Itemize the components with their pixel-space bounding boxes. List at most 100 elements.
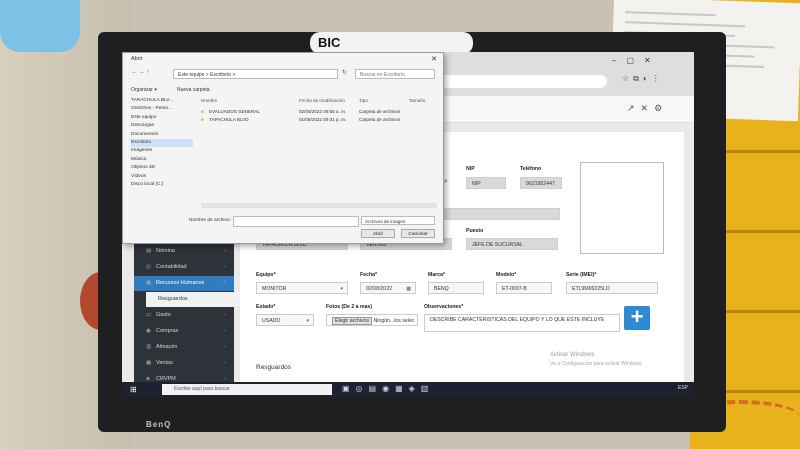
- add-button[interactable]: +: [624, 306, 650, 330]
- dialog-nav-item[interactable]: Disco local (C:): [131, 181, 193, 189]
- system-tray: ESP: [677, 385, 688, 391]
- file-row[interactable]: ■ EVALUADOS GENERAL 02/08/2022 09:55 a. …: [201, 109, 437, 117]
- dialog-nav-item[interactable]: Este equipo: [131, 114, 193, 122]
- photo-placeholder: [580, 162, 664, 254]
- refresh-icon[interactable]: ↻: [342, 69, 347, 76]
- file-input[interactable]: Elegir archivos Ningún...los selec: [326, 314, 418, 326]
- serie-input[interactable]: ETL9M09225LD: [566, 282, 658, 294]
- water-bottle: [0, 0, 80, 52]
- search-icon[interactable]: ⌕: [444, 178, 448, 186]
- puesto-label: Puesto: [466, 228, 484, 234]
- monitor-sticker: BIC: [310, 32, 473, 54]
- choose-files-button[interactable]: Elegir archivos: [332, 317, 373, 325]
- dialog-nav-item[interactable]: Documentos: [131, 131, 193, 139]
- filename-label: Nombre de archivo:: [189, 218, 231, 223]
- obs-label: Observaciones*: [424, 304, 464, 310]
- sidebar-item-compras[interactable]: ◉ Compras ‹: [134, 324, 234, 339]
- dialog-nav-item[interactable]: Vídeos: [131, 173, 193, 181]
- sidebar-item-recursos-humanos[interactable]: ▣ Recursos Humanos ▾: [134, 276, 234, 291]
- chevron-icon: ‹: [224, 328, 226, 334]
- chevron-down-icon: ▾: [223, 280, 226, 286]
- fecha-label: Fecha*: [360, 272, 378, 278]
- equipo-label: Equipo*: [256, 272, 276, 278]
- calendar-icon[interactable]: ▦: [406, 283, 411, 295]
- chevron-icon: ‹: [224, 312, 226, 318]
- sidebar-item-resguardos[interactable]: Resguardos: [146, 292, 246, 307]
- open-button[interactable]: Abrir: [361, 229, 395, 238]
- dialog-nav-item[interactable]: Objetos 3D: [131, 164, 193, 172]
- horizontal-scrollbar[interactable]: [201, 203, 437, 208]
- sidebar-item-gasto[interactable]: ▭ Gasto ‹: [134, 308, 234, 323]
- windows-start-icon[interactable]: ⊞: [130, 385, 137, 394]
- dialog-search-input[interactable]: Buscar en Escritorio: [355, 69, 435, 79]
- chevron-icon: ‹: [224, 344, 226, 350]
- col-name[interactable]: Nombre: [201, 98, 217, 103]
- chevron-icon: ‹: [224, 264, 226, 270]
- taskbar-search[interactable]: Escribe aquí para buscar: [162, 384, 332, 395]
- marca-label: Marca*: [428, 272, 446, 278]
- dialog-nav-item[interactable]: TARACHULA BLV...: [131, 97, 193, 105]
- fecha-input[interactable]: 02/08/2022 ▦: [360, 282, 416, 294]
- sidebar-item-nomina[interactable]: ▤ Nómina ‹: [134, 244, 234, 259]
- dialog-nav-item[interactable]: Descargas: [131, 122, 193, 130]
- sidebar-item-almacen[interactable]: ▥ Almacén ‹: [134, 340, 234, 355]
- screen: –▢✕ ☆⧉◐⋮ ↗✕⚙ ▤ Nómina ‹ ◎ Contabilidad ‹ ▣ Re…: [122, 52, 694, 397]
- dialog-nav: TARACHULA BLV... OneDrive - Perso... Este …: [131, 97, 193, 207]
- nip-label: NIP: [466, 166, 475, 172]
- chevron-icon: ‹: [224, 248, 226, 254]
- chevron-icon: ‹: [224, 360, 226, 366]
- activation-watermark: Activar Windows: [550, 352, 595, 358]
- purchases-icon: ◉: [146, 328, 151, 334]
- header-icons[interactable]: ↗✕⚙: [627, 103, 668, 114]
- organize-button[interactable]: Organizar ▾: [131, 87, 157, 93]
- fotos-label: Fotos (De 2 a mas): [326, 304, 373, 310]
- cancel-button[interactable]: Cancelar: [401, 229, 435, 238]
- sidebar-item-contabilidad[interactable]: ◎ Contabilidad ‹: [134, 260, 234, 275]
- sidebar-item-ventas[interactable]: ▦ Ventas ‹: [134, 356, 234, 371]
- dialog-nav-item[interactable]: Escritorio: [131, 138, 193, 148]
- monitor-brand: BenQ: [146, 420, 172, 429]
- file-open-dialog: Abrir ✕ ← → ↑ Este equipo > Escritorio >…: [122, 52, 444, 244]
- payroll-icon: ▤: [146, 248, 152, 254]
- chevron-down-icon: ▾: [340, 286, 343, 292]
- modelo-label: Modelo*: [496, 272, 517, 278]
- col-date[interactable]: Fecha de modificación: [299, 98, 345, 103]
- accounting-icon: ◎: [146, 264, 151, 270]
- estado-label: Estado*: [256, 304, 276, 310]
- back-forward-icons[interactable]: ← → ↑: [131, 69, 149, 75]
- browser-toolbar-icons[interactable]: ☆⧉◐⋮: [622, 74, 664, 84]
- obs-textarea[interactable]: DESCRIBE CARACTERISTICAS DEL EQUIPO Y LO…: [424, 314, 620, 332]
- phone-label: Teléfono: [520, 166, 542, 172]
- marca-input[interactable]: BENQ: [428, 282, 484, 294]
- hr-icon: ▣: [146, 280, 152, 286]
- folder-icon: ■: [201, 109, 204, 114]
- dialog-title: Abrir: [131, 56, 143, 62]
- window-controls[interactable]: –▢✕: [612, 56, 661, 65]
- dialog-nav-item[interactable]: OneDrive - Perso...: [131, 105, 193, 113]
- estado-select[interactable]: USADO ▾: [256, 314, 314, 326]
- serie-label: Serie (IMEI)*: [566, 272, 597, 278]
- file-row[interactable]: ■ TAPACHULA BLVD 01/08/2022 09:31 p. m. …: [201, 117, 437, 125]
- filename-input[interactable]: [233, 216, 359, 227]
- equipo-select[interactable]: MONITOR ▾: [256, 282, 348, 294]
- modelo-input[interactable]: ET-0007-B: [496, 282, 552, 294]
- filetype-select[interactable]: Archivos de imagen: [361, 216, 435, 225]
- expense-icon: ▭: [146, 312, 152, 318]
- chevron-down-icon: ▾: [306, 318, 309, 324]
- sales-icon: ▦: [146, 360, 152, 366]
- col-size[interactable]: Tamaño: [409, 98, 425, 103]
- phone-field: 9621952447: [520, 177, 562, 189]
- taskbar-apps[interactable]: ▣◎▤◉▦◈▥: [342, 384, 434, 393]
- nip-field: NIP: [466, 177, 506, 189]
- dialog-path[interactable]: Este equipo > Escritorio >: [173, 69, 338, 79]
- close-icon[interactable]: ✕: [431, 55, 437, 63]
- puesto-field: JEFE DE SUCURSAL: [466, 238, 558, 250]
- warehouse-icon: ▥: [146, 344, 152, 350]
- taskbar: ⊞ Escribe aquí para buscar ▣◎▤◉▦◈▥ ESP: [122, 382, 694, 397]
- dialog-nav-item[interactable]: Música: [131, 156, 193, 164]
- col-type[interactable]: Tipo: [359, 98, 368, 103]
- new-folder-button[interactable]: Nueva carpeta: [177, 87, 210, 93]
- section-title: Resguardos: [256, 364, 292, 371]
- no-file-text: Ningún...los selec: [373, 318, 415, 324]
- dialog-nav-item[interactable]: Imágenes: [131, 147, 193, 155]
